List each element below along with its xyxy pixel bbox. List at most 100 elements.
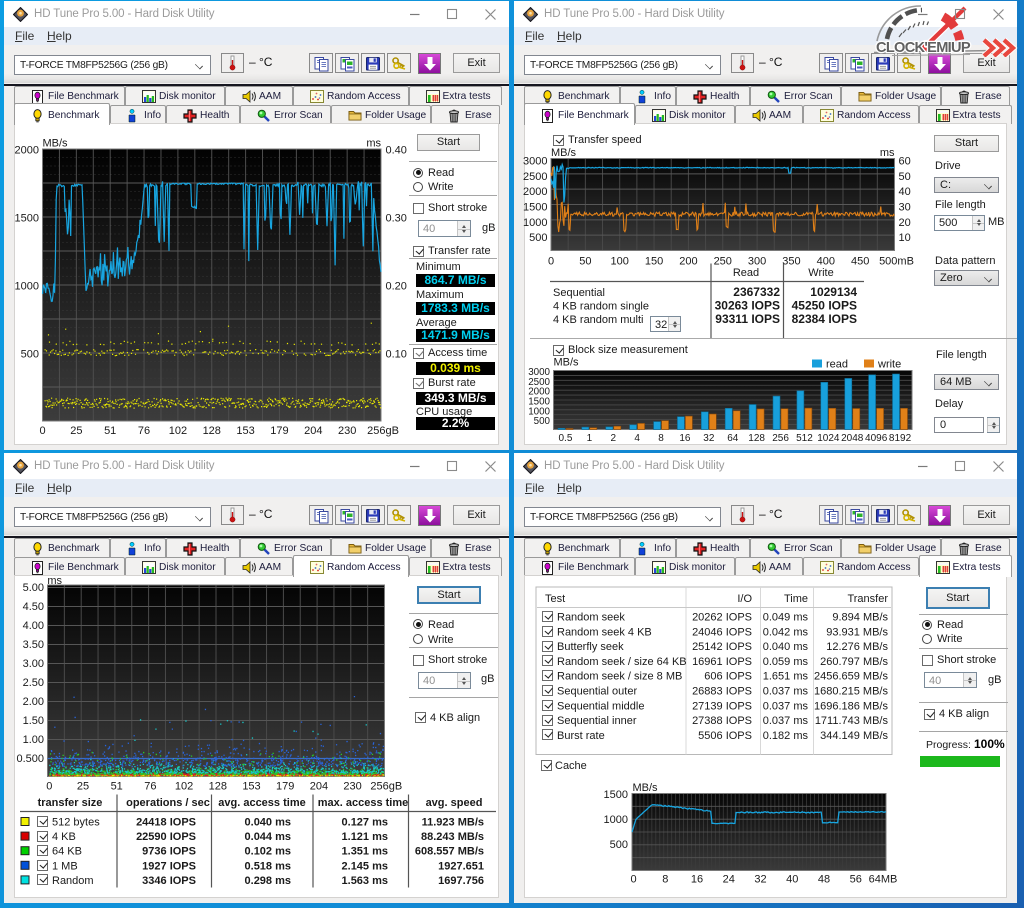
- svg-text:0.040 ms: 0.040 ms: [763, 641, 809, 653]
- svg-text:25142 IOPS: 25142 IOPS: [692, 641, 752, 653]
- svg-text:Random: Random: [52, 875, 94, 887]
- svg-text:1697.756: 1697.756: [438, 875, 484, 887]
- svg-text:20262 IOPS: 20262 IOPS: [692, 612, 752, 624]
- svg-text:1.00: 1.00: [23, 734, 44, 746]
- svg-text:40: 40: [786, 874, 798, 886]
- svg-text:1927 IOPS: 1927 IOPS: [142, 860, 196, 872]
- svg-text:Write: Write: [808, 267, 833, 279]
- svg-text:3000: 3000: [523, 156, 547, 168]
- svg-text:500: 500: [534, 416, 551, 427]
- svg-text:150: 150: [645, 256, 663, 268]
- svg-text:4 KB: 4 KB: [52, 831, 76, 843]
- svg-text:204: 204: [304, 425, 322, 437]
- svg-text:5.00: 5.00: [23, 582, 44, 594]
- svg-text:10: 10: [899, 232, 911, 244]
- svg-text:1000: 1000: [15, 281, 39, 293]
- svg-text:500: 500: [529, 232, 547, 244]
- svg-text:4.00: 4.00: [23, 620, 44, 632]
- svg-text:0.042 ms: 0.042 ms: [763, 626, 809, 638]
- svg-text:93311 IOPS: 93311 IOPS: [715, 312, 780, 326]
- svg-text:0.059 ms: 0.059 ms: [763, 656, 809, 668]
- svg-text:1024: 1024: [817, 433, 840, 444]
- svg-text:read: read: [826, 359, 848, 371]
- svg-text:153: 153: [242, 781, 260, 793]
- svg-text:1.351 ms: 1.351 ms: [342, 846, 388, 858]
- svg-text:8192: 8192: [889, 433, 912, 444]
- svg-text:4: 4: [634, 433, 640, 444]
- svg-text:Random seek 4 KB: Random seek 4 KB: [557, 626, 652, 638]
- svg-text:ms: ms: [366, 138, 381, 150]
- svg-text:Read: Read: [733, 267, 759, 279]
- svg-text:27388 IOPS: 27388 IOPS: [692, 715, 752, 727]
- svg-text:1000: 1000: [523, 217, 547, 229]
- svg-text:3.50: 3.50: [23, 639, 44, 651]
- svg-text:16: 16: [691, 874, 703, 886]
- svg-text:153: 153: [236, 425, 254, 437]
- svg-text:450: 450: [851, 256, 869, 268]
- svg-text:0: 0: [46, 781, 52, 793]
- svg-text:24046 IOPS: 24046 IOPS: [692, 626, 752, 638]
- svg-text:88.243 MB/s: 88.243 MB/s: [421, 831, 484, 843]
- svg-text:26883 IOPS: 26883 IOPS: [692, 686, 752, 698]
- svg-text:MB/s: MB/s: [43, 138, 69, 150]
- svg-text:0.5: 0.5: [558, 433, 572, 444]
- svg-text:2000: 2000: [15, 145, 39, 157]
- svg-text:500mB: 500mB: [879, 256, 914, 268]
- svg-text:30263 IOPS: 30263 IOPS: [715, 299, 780, 313]
- svg-text:1 MB: 1 MB: [52, 860, 78, 872]
- svg-text:22590 IOPS: 22590 IOPS: [136, 831, 196, 843]
- svg-text:0.298 ms: 0.298 ms: [245, 875, 291, 887]
- svg-text:50: 50: [579, 256, 591, 268]
- svg-text:260.797 MB/s: 260.797 MB/s: [820, 656, 888, 668]
- svg-text:Sequential: Sequential: [553, 287, 605, 299]
- svg-text:24: 24: [723, 874, 735, 886]
- svg-text:179: 179: [270, 425, 288, 437]
- svg-text:1927.651: 1927.651: [438, 860, 484, 872]
- svg-text:0.102 ms: 0.102 ms: [245, 846, 291, 858]
- svg-text:CLOCK'EMIUP: CLOCK'EMIUP: [876, 40, 971, 56]
- svg-text:32: 32: [703, 433, 715, 444]
- svg-text:4 KB random multi: 4 KB random multi: [553, 314, 643, 326]
- svg-text:MB/s: MB/s: [633, 782, 659, 794]
- svg-text:512: 512: [796, 433, 813, 444]
- svg-text:Burst rate: Burst rate: [557, 730, 605, 742]
- svg-text:3346 IOPS: 3346 IOPS: [142, 875, 196, 887]
- svg-text:Random seek / size 8 MB: Random seek / size 8 MB: [557, 671, 682, 683]
- svg-text:write: write: [877, 359, 901, 371]
- svg-text:100: 100: [611, 256, 629, 268]
- svg-text:1500: 1500: [15, 213, 39, 225]
- svg-text:4096: 4096: [865, 433, 888, 444]
- svg-text:Sequential inner: Sequential inner: [557, 715, 637, 727]
- svg-text:32: 32: [754, 874, 766, 886]
- svg-text:8: 8: [658, 433, 664, 444]
- svg-text:0.037 ms: 0.037 ms: [763, 700, 809, 712]
- svg-text:0.040 ms: 0.040 ms: [245, 817, 291, 829]
- svg-text:25: 25: [70, 425, 82, 437]
- svg-text:0: 0: [548, 256, 554, 268]
- svg-text:25: 25: [77, 781, 89, 793]
- svg-text:0.518 ms: 0.518 ms: [245, 860, 291, 872]
- svg-text:64 KB: 64 KB: [52, 846, 82, 858]
- svg-text:Sequential outer: Sequential outer: [557, 686, 637, 698]
- svg-text:1696.186 MB/s: 1696.186 MB/s: [814, 700, 888, 712]
- svg-text:76: 76: [144, 781, 156, 793]
- svg-text:12.276 MB/s: 12.276 MB/s: [826, 641, 888, 653]
- svg-text:256: 256: [772, 433, 789, 444]
- svg-text:128: 128: [209, 781, 227, 793]
- svg-text:128: 128: [203, 425, 221, 437]
- svg-text:200: 200: [679, 256, 697, 268]
- svg-text:0.127 ms: 0.127 ms: [342, 817, 388, 829]
- svg-text:82384 IOPS: 82384 IOPS: [792, 312, 857, 326]
- svg-text:230: 230: [338, 425, 356, 437]
- svg-text:I/O: I/O: [737, 593, 752, 605]
- svg-text:0: 0: [630, 874, 636, 886]
- svg-text:Random seek: Random seek: [557, 612, 625, 624]
- svg-text:30: 30: [899, 201, 911, 213]
- svg-text:0.30: 0.30: [386, 213, 407, 225]
- svg-text:ms: ms: [47, 575, 62, 587]
- svg-text:0.10: 0.10: [386, 349, 407, 361]
- svg-text:2: 2: [610, 433, 616, 444]
- svg-text:1029134: 1029134: [810, 285, 857, 299]
- svg-text:2048: 2048: [841, 433, 864, 444]
- svg-text:1000: 1000: [604, 814, 628, 826]
